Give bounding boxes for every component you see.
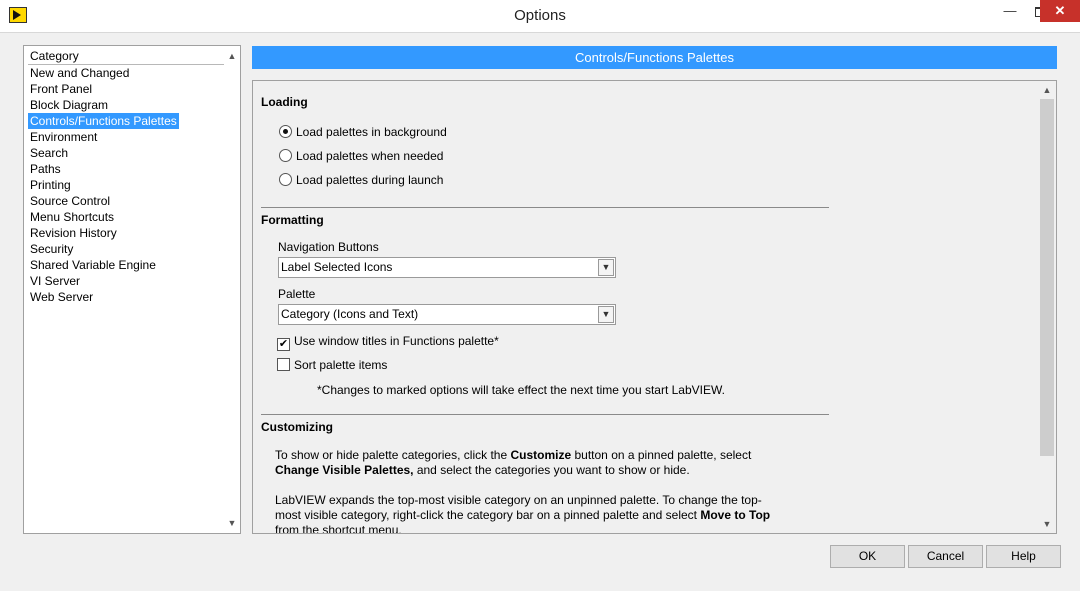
radio-load-in-background[interactable]: Load palettes in background (279, 124, 447, 140)
ok-button[interactable]: OK (830, 545, 905, 568)
text-run: and select the categories you want to sh… (413, 463, 690, 477)
scroll-thumb[interactable] (1040, 99, 1054, 456)
category-item-source-control[interactable]: Source Control (28, 193, 224, 209)
navigation-buttons-select[interactable]: Label Selected Icons ▼ (278, 257, 616, 278)
chevron-down-icon[interactable]: ▼ (598, 259, 614, 276)
checkbox-empty-icon[interactable] (277, 358, 290, 371)
category-item-revision-history[interactable]: Revision History (28, 225, 224, 241)
minimize-button[interactable]: — (995, 0, 1025, 22)
close-button[interactable]: ✕ (1040, 0, 1080, 22)
palette-value: Category (Icons and Text) (281, 307, 419, 321)
category-items: Category New and Changed Front Panel Blo… (28, 48, 224, 305)
category-item-shared-variable-engine[interactable]: Shared Variable Engine (28, 257, 224, 273)
help-button[interactable]: Help (986, 545, 1061, 568)
radio-unselected-icon[interactable] (279, 149, 292, 162)
category-item-search[interactable]: Search (28, 145, 224, 161)
restart-note: *Changes to marked options will take eff… (317, 383, 725, 397)
category-item-front-panel[interactable]: Front Panel (28, 81, 224, 97)
navigation-buttons-value: Label Selected Icons (281, 260, 393, 274)
chevron-down-icon[interactable]: ▼ (598, 306, 614, 323)
customizing-section-title: Customizing (261, 420, 333, 434)
checkbox-sort-palette-items[interactable]: Sort palette items (277, 357, 387, 373)
customizing-paragraph-1: To show or hide palette categories, clic… (275, 448, 775, 478)
radio-load-during-launch[interactable]: Load palettes during launch (279, 172, 443, 188)
customizing-paragraph-2: LabVIEW expands the top-most visible cat… (275, 493, 775, 534)
text-run: To show or hide palette categories, clic… (275, 448, 511, 462)
category-item-new-and-changed[interactable]: New and Changed (28, 65, 224, 81)
radio-label: Load palettes during launch (296, 173, 444, 187)
category-item-menu-shortcuts[interactable]: Menu Shortcuts (28, 209, 224, 225)
checkmark-icon[interactable]: ✔ (277, 338, 290, 351)
loading-section-title: Loading (261, 95, 308, 109)
scroll-down-arrow-icon[interactable]: ▼ (1038, 516, 1056, 532)
options-content-pane: Loading Load palettes in background Load… (252, 80, 1057, 534)
category-item-printing[interactable]: Printing (28, 177, 224, 193)
palette-select[interactable]: Category (Icons and Text) ▼ (278, 304, 616, 325)
text-run: from the shortcut menu. (275, 523, 402, 534)
category-scrollbar[interactable]: ▲ ▼ (224, 46, 240, 533)
category-item-paths[interactable]: Paths (28, 161, 224, 177)
window-title: Options (514, 7, 566, 24)
section-divider (261, 414, 829, 415)
move-to-top-emphasis: Move to Top (700, 508, 771, 522)
checkbox-label: Use window titles in Functions palette* (294, 334, 499, 348)
category-item-web-server[interactable]: Web Server (28, 289, 224, 305)
scroll-up-arrow-icon[interactable]: ▲ (224, 48, 240, 64)
text-run: button on a pinned palette, select (571, 448, 752, 462)
checkbox-label: Sort palette items (294, 358, 388, 372)
category-list[interactable]: Category New and Changed Front Panel Blo… (23, 45, 241, 534)
checkbox-use-window-titles[interactable]: ✔ Use window titles in Functions palette* (277, 333, 499, 351)
scroll-up-arrow-icon[interactable]: ▲ (1038, 82, 1056, 98)
text-run: LabVIEW expands the top-most visible cat… (275, 493, 762, 522)
formatting-section-title: Formatting (261, 213, 324, 227)
navigation-buttons-label: Navigation Buttons (278, 240, 379, 254)
radio-label: Load palettes in background (296, 125, 447, 139)
change-visible-palettes-emphasis: Change Visible Palettes, (275, 463, 414, 477)
category-item-block-diagram[interactable]: Block Diagram (28, 97, 224, 113)
palette-label: Palette (278, 287, 316, 301)
radio-unselected-icon[interactable] (279, 173, 292, 186)
panel-header: Controls/Functions Palettes (252, 46, 1057, 69)
content-scrollbar[interactable]: ▲ ▼ (1038, 81, 1056, 533)
radio-selected-icon[interactable] (279, 125, 292, 138)
radio-label: Load palettes when needed (296, 149, 444, 163)
scroll-down-arrow-icon[interactable]: ▼ (224, 515, 240, 531)
cancel-button[interactable]: Cancel (908, 545, 983, 568)
customize-emphasis: Customize (510, 448, 572, 462)
category-item-security[interactable]: Security (28, 241, 224, 257)
category-list-header: Category (28, 48, 224, 65)
category-item-controls-functions-palettes[interactable]: Controls/Functions Palettes (28, 113, 179, 129)
category-item-vi-server[interactable]: VI Server (28, 273, 224, 289)
category-item-environment[interactable]: Environment (28, 129, 224, 145)
radio-load-when-needed[interactable]: Load palettes when needed (279, 148, 443, 164)
title-bar: Options — ✕ (0, 0, 1080, 33)
section-divider (261, 207, 829, 208)
